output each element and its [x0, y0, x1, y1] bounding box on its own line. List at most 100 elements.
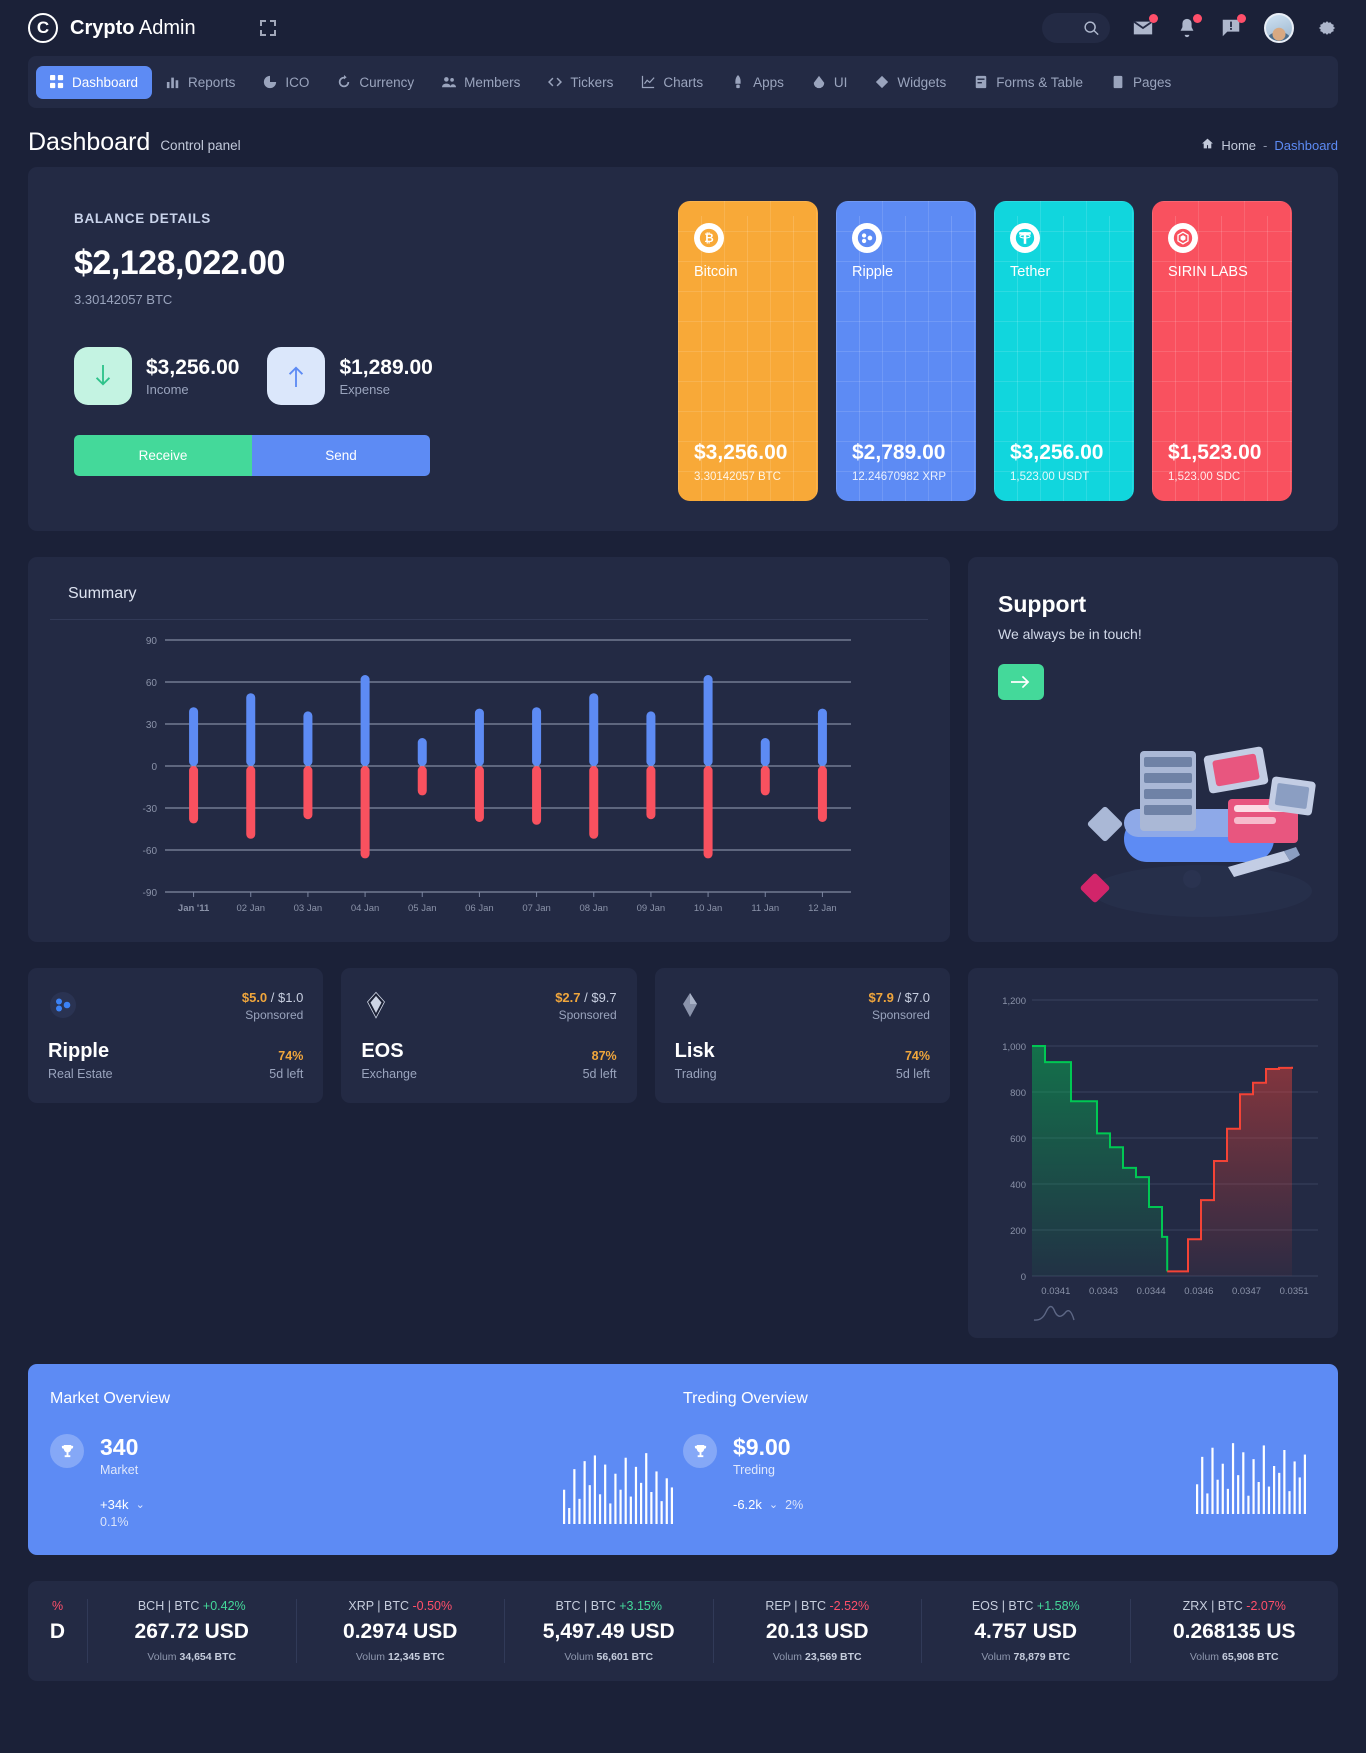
ticker-item[interactable]: XRP | BTC -0.50% 0.2974 USD Volum 12,345… — [297, 1599, 505, 1663]
nav-item-pages[interactable]: Pages — [1097, 66, 1185, 99]
svg-text:800: 800 — [1010, 1088, 1026, 1099]
people-icon — [442, 75, 457, 89]
expand-icon[interactable] — [259, 20, 276, 36]
avatar[interactable] — [1264, 13, 1294, 43]
ticker-volume: Volum 23,569 BTC — [720, 1651, 916, 1663]
svg-text:11 Jan: 11 Jan — [751, 903, 779, 914]
home-icon — [1201, 137, 1214, 153]
nav-label: Reports — [188, 74, 236, 90]
ticker-volume: Volum 56,601 BTC — [511, 1651, 707, 1663]
coin-card-ripple[interactable]: Ripple $2,789.00 12.24670982 XRP — [836, 201, 976, 501]
arrow-right-icon — [1011, 675, 1030, 689]
grid-icon — [50, 75, 64, 89]
ico-price-value: $2.7 — [555, 990, 581, 1005]
ticker-change: -2.07% — [1246, 1599, 1286, 1613]
market-overview-row: Market Overview 340 Market +34k ⌄ 0.1% T… — [28, 1364, 1338, 1555]
ticker-volume-value: 23,569 BTC — [804, 1651, 862, 1663]
bell-icon[interactable] — [1176, 14, 1202, 39]
svg-text:0.0346: 0.0346 — [1184, 1286, 1213, 1297]
ico-category: Exchange — [361, 1067, 417, 1081]
ico-card-ripple[interactable]: $5.0 / $1.0 Sponsored Ripple Real Estate… — [28, 968, 324, 1103]
summary-bar-chart-svg: 90 60 30 0 -30 -60 -90 Jan '11 02 Jan 03 Jan 04 Ja… — [143, 636, 851, 914]
ico-price-alt: $9.7 — [591, 990, 617, 1005]
nav-item-charts[interactable]: Charts — [627, 66, 717, 99]
balance-details: BALANCE DETAILS $2,128,022.00 3.30142057… — [74, 197, 504, 501]
coin-card-sirin-labs[interactable]: SIRIN LABS $1,523.00 1,523.00 SDC — [1152, 201, 1292, 501]
bar-chart-icon — [166, 75, 180, 89]
nav-label: Apps — [753, 74, 784, 90]
nav-item-members[interactable]: Members — [428, 66, 534, 99]
brand[interactable]: C Crypto Admin — [28, 13, 196, 43]
coin-sub: 1,523.00 USDT — [1010, 471, 1090, 483]
ticker-change: % — [51, 1599, 64, 1613]
nav-item-ico[interactable]: ICO — [249, 66, 323, 99]
nav-item-apps[interactable]: Apps — [717, 66, 798, 99]
nav-item-forms-table[interactable]: Forms & Table — [960, 66, 1097, 99]
svg-text:600: 600 — [1010, 1134, 1026, 1145]
coin-name: Tether — [1010, 264, 1051, 280]
ticker-item[interactable]: BCH | BTC +0.42% 267.72 USD Volum 34,654… — [88, 1599, 297, 1663]
gear-icon[interactable] — [1316, 17, 1338, 39]
nav-label: ICO — [285, 74, 310, 90]
nav-item-widgets[interactable]: Widgets — [861, 66, 960, 99]
search-input[interactable] — [1042, 13, 1110, 43]
market-overview-right: Treding Overview $9.00 Treding -6.2k ⌄ 2… — [683, 1390, 1316, 1529]
ticker-volume: Volum 78,879 BTC — [928, 1651, 1124, 1663]
ico-percent: 74% — [278, 1049, 304, 1063]
drop-icon — [812, 75, 826, 89]
nav-item-tickers[interactable]: Tickers — [534, 66, 627, 99]
nav-item-ui[interactable]: UI — [798, 66, 862, 99]
nav-item-currency[interactable]: Currency — [323, 66, 428, 99]
market-sparkline — [563, 1444, 673, 1529]
ticker-value: 5,497.49 USD — [542, 1620, 675, 1643]
brand-bold: Crypto — [70, 16, 135, 39]
breadcrumb: Home - Dashboard — [1201, 137, 1338, 153]
ticker-item[interactable]: % D — [28, 1599, 88, 1663]
ticker-pair: BCH | BTC +0.42% — [94, 1599, 290, 1613]
svg-text:90: 90 — [146, 636, 158, 647]
ico-days-left: 5d left — [269, 1067, 304, 1081]
line-chart-icon — [641, 75, 655, 89]
search-icon[interactable] — [1083, 20, 1100, 37]
svg-text:400: 400 — [1010, 1180, 1026, 1191]
ticker-pair: REP | BTC -2.52% — [720, 1599, 916, 1613]
chat-icon[interactable] — [1220, 14, 1246, 39]
market-label: Market — [100, 1463, 139, 1477]
breadcrumb-home[interactable]: Home — [1221, 138, 1256, 153]
ico-name: Ripple — [48, 1040, 110, 1062]
svg-text:0: 0 — [1021, 1272, 1026, 1283]
ico-percent: 74% — [904, 1049, 930, 1063]
ticker-volume-label: Volum — [355, 1651, 386, 1663]
nav-item-reports[interactable]: Reports — [152, 66, 249, 99]
ico-price-alt: $1.0 — [278, 990, 304, 1005]
ticker-value: 20.13 USD — [765, 1620, 869, 1643]
ticker-pair: BTC | BTC +3.15% — [511, 1599, 707, 1613]
svg-text:0: 0 — [151, 762, 157, 773]
summary-divider — [50, 619, 928, 620]
code-icon — [548, 75, 563, 89]
ico-card-eos[interactable]: $2.7 / $9.7 Sponsored EOS Exchange 87% 5… — [341, 968, 637, 1103]
income-expense-row: $3,256.00 Income $1,289.00 Expense — [74, 347, 504, 405]
nav-item-dashboard[interactable]: Dashboard — [36, 65, 153, 99]
send-button[interactable]: Send — [252, 435, 430, 476]
coin-card-bitcoin[interactable]: ₿ Bitcoin $3,256.00 3.30142057 BTC — [678, 201, 818, 501]
market-overview-left: Market Overview 340 Market +34k ⌄ 0.1% — [50, 1390, 683, 1529]
receive-button[interactable]: Receive — [74, 435, 252, 476]
nav-label: Pages — [1132, 74, 1172, 90]
mail-icon[interactable] — [1132, 14, 1158, 39]
ticker-value: 267.72 USD — [134, 1620, 249, 1643]
ticker-item[interactable]: BTC | BTC +3.15% 5,497.49 USD Volum 56,6… — [505, 1599, 714, 1663]
top-bar: C Crypto Admin — [0, 0, 1366, 56]
ico-card-lisk[interactable]: $7.9 / $7.0 Sponsored Lisk Trading 74% 5… — [654, 968, 950, 1103]
ico-price-alt: $7.0 — [904, 990, 930, 1005]
ticker-item[interactable]: ZRX | BTC -2.07% 0.268135 US Volum 65,90… — [1131, 1599, 1339, 1663]
svg-text:-60: -60 — [143, 846, 158, 857]
ticker-item[interactable]: REP | BTC -2.52% 20.13 USD Volum 23,569 … — [714, 1599, 922, 1663]
page-header: Dashboard Control panel Home - Dashboard — [0, 108, 1366, 167]
diamond-icon — [875, 75, 889, 89]
expense-value: $1,289.00 — [339, 355, 433, 379]
trophy-icon — [50, 1434, 84, 1468]
coin-card-tether[interactable]: Tether $3,256.00 1,523.00 USDT — [994, 201, 1134, 501]
ticker-item[interactable]: EOS | BTC +1.58% 4.757 USD Volum 78,879 … — [922, 1599, 1131, 1663]
sirin-icon — [1168, 223, 1198, 253]
